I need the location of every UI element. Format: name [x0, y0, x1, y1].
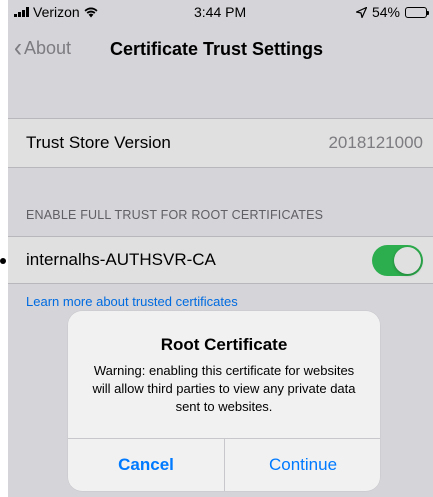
settings-screen: Verizon 3:44 PM 54% ‹ About Certificate … — [8, 0, 433, 497]
continue-button[interactable]: Continue — [225, 439, 380, 491]
alert-title: Root Certificate — [160, 335, 288, 354]
cancel-button[interactable]: Cancel — [68, 439, 224, 491]
phone-screenshot: Verizon 3:44 PM 54% ‹ About Certificate … — [0, 0, 433, 497]
root-certificate-alert: Root Certificate Warning: enabling this … — [68, 311, 380, 491]
alert-message: Warning: enabling this certificate for w… — [92, 363, 356, 414]
bullet-dot — [0, 258, 6, 264]
